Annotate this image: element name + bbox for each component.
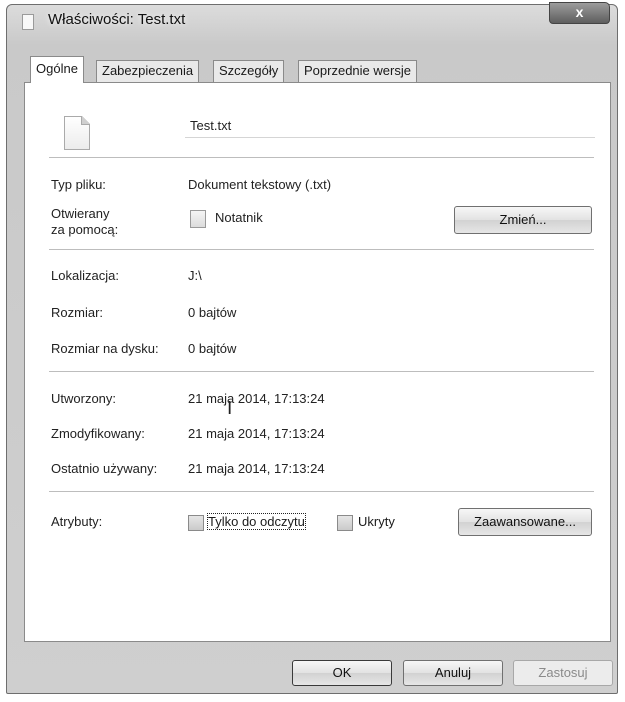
size-on-disk-value: 0 bajtów <box>188 341 237 356</box>
close-button[interactable]: x <box>549 2 610 24</box>
file-type-value: Dokument tekstowy (.txt) <box>188 177 332 192</box>
readonly-label[interactable]: Tylko do odczytu <box>207 513 306 530</box>
advanced-button[interactable]: Zaawansowane... <box>458 508 592 536</box>
opens-with-label-line1: Otwierany <box>51 206 110 221</box>
general-panel <box>24 82 611 642</box>
created-label: Utworzony: <box>51 391 117 406</box>
accessed-label: Ostatnio używany: <box>51 461 158 476</box>
tab-details[interactable]: Szczegóły <box>213 60 285 82</box>
file-icon <box>64 116 90 150</box>
divider <box>49 157 594 158</box>
file-name-field[interactable] <box>185 112 595 138</box>
window-title: Właściwości: Test.txt <box>48 11 186 28</box>
document-icon <box>22 14 34 30</box>
attributes-label: Atrybuty: <box>51 514 103 529</box>
cancel-button[interactable]: Anuluj <box>403 660 503 686</box>
text-cursor-icon: I <box>227 398 233 419</box>
tab-general[interactable]: Ogólne <box>30 56 84 83</box>
created-value: 21 maja 2014, 17:13:24 <box>188 391 325 406</box>
divider <box>49 371 594 372</box>
tab-previous-versions[interactable]: Poprzednie wersje <box>298 60 417 82</box>
modified-value: 21 maja 2014, 17:13:24 <box>188 426 325 441</box>
file-type-label: Typ pliku: <box>51 177 106 192</box>
change-button-label: Zmień... <box>499 212 547 227</box>
divider <box>49 249 594 250</box>
apply-button[interactable]: Zastosuj <box>513 660 613 686</box>
ok-button[interactable]: OK <box>292 660 392 686</box>
tab-security[interactable]: Zabezpieczenia <box>96 60 200 82</box>
opens-with-value: Notatnik <box>215 210 263 225</box>
location-label: Lokalizacja: <box>51 268 119 283</box>
location-value: J:\ <box>188 268 202 283</box>
divider <box>49 491 594 492</box>
notepad-icon <box>190 210 206 228</box>
readonly-checkbox[interactable] <box>188 515 204 531</box>
change-button[interactable]: Zmień... <box>454 206 592 234</box>
file-name: Test.txt <box>190 118 232 133</box>
size-value: 0 bajtów <box>188 305 237 320</box>
hidden-checkbox[interactable] <box>337 515 353 531</box>
accessed-value: 21 maja 2014, 17:13:24 <box>188 461 325 476</box>
opens-with-label-line2: za pomocą: <box>51 222 119 237</box>
size-on-disk-label: Rozmiar na dysku: <box>51 341 159 356</box>
size-label: Rozmiar: <box>51 305 104 320</box>
hidden-label[interactable]: Ukryty <box>358 514 395 529</box>
modified-label: Zmodyfikowany: <box>51 426 145 441</box>
